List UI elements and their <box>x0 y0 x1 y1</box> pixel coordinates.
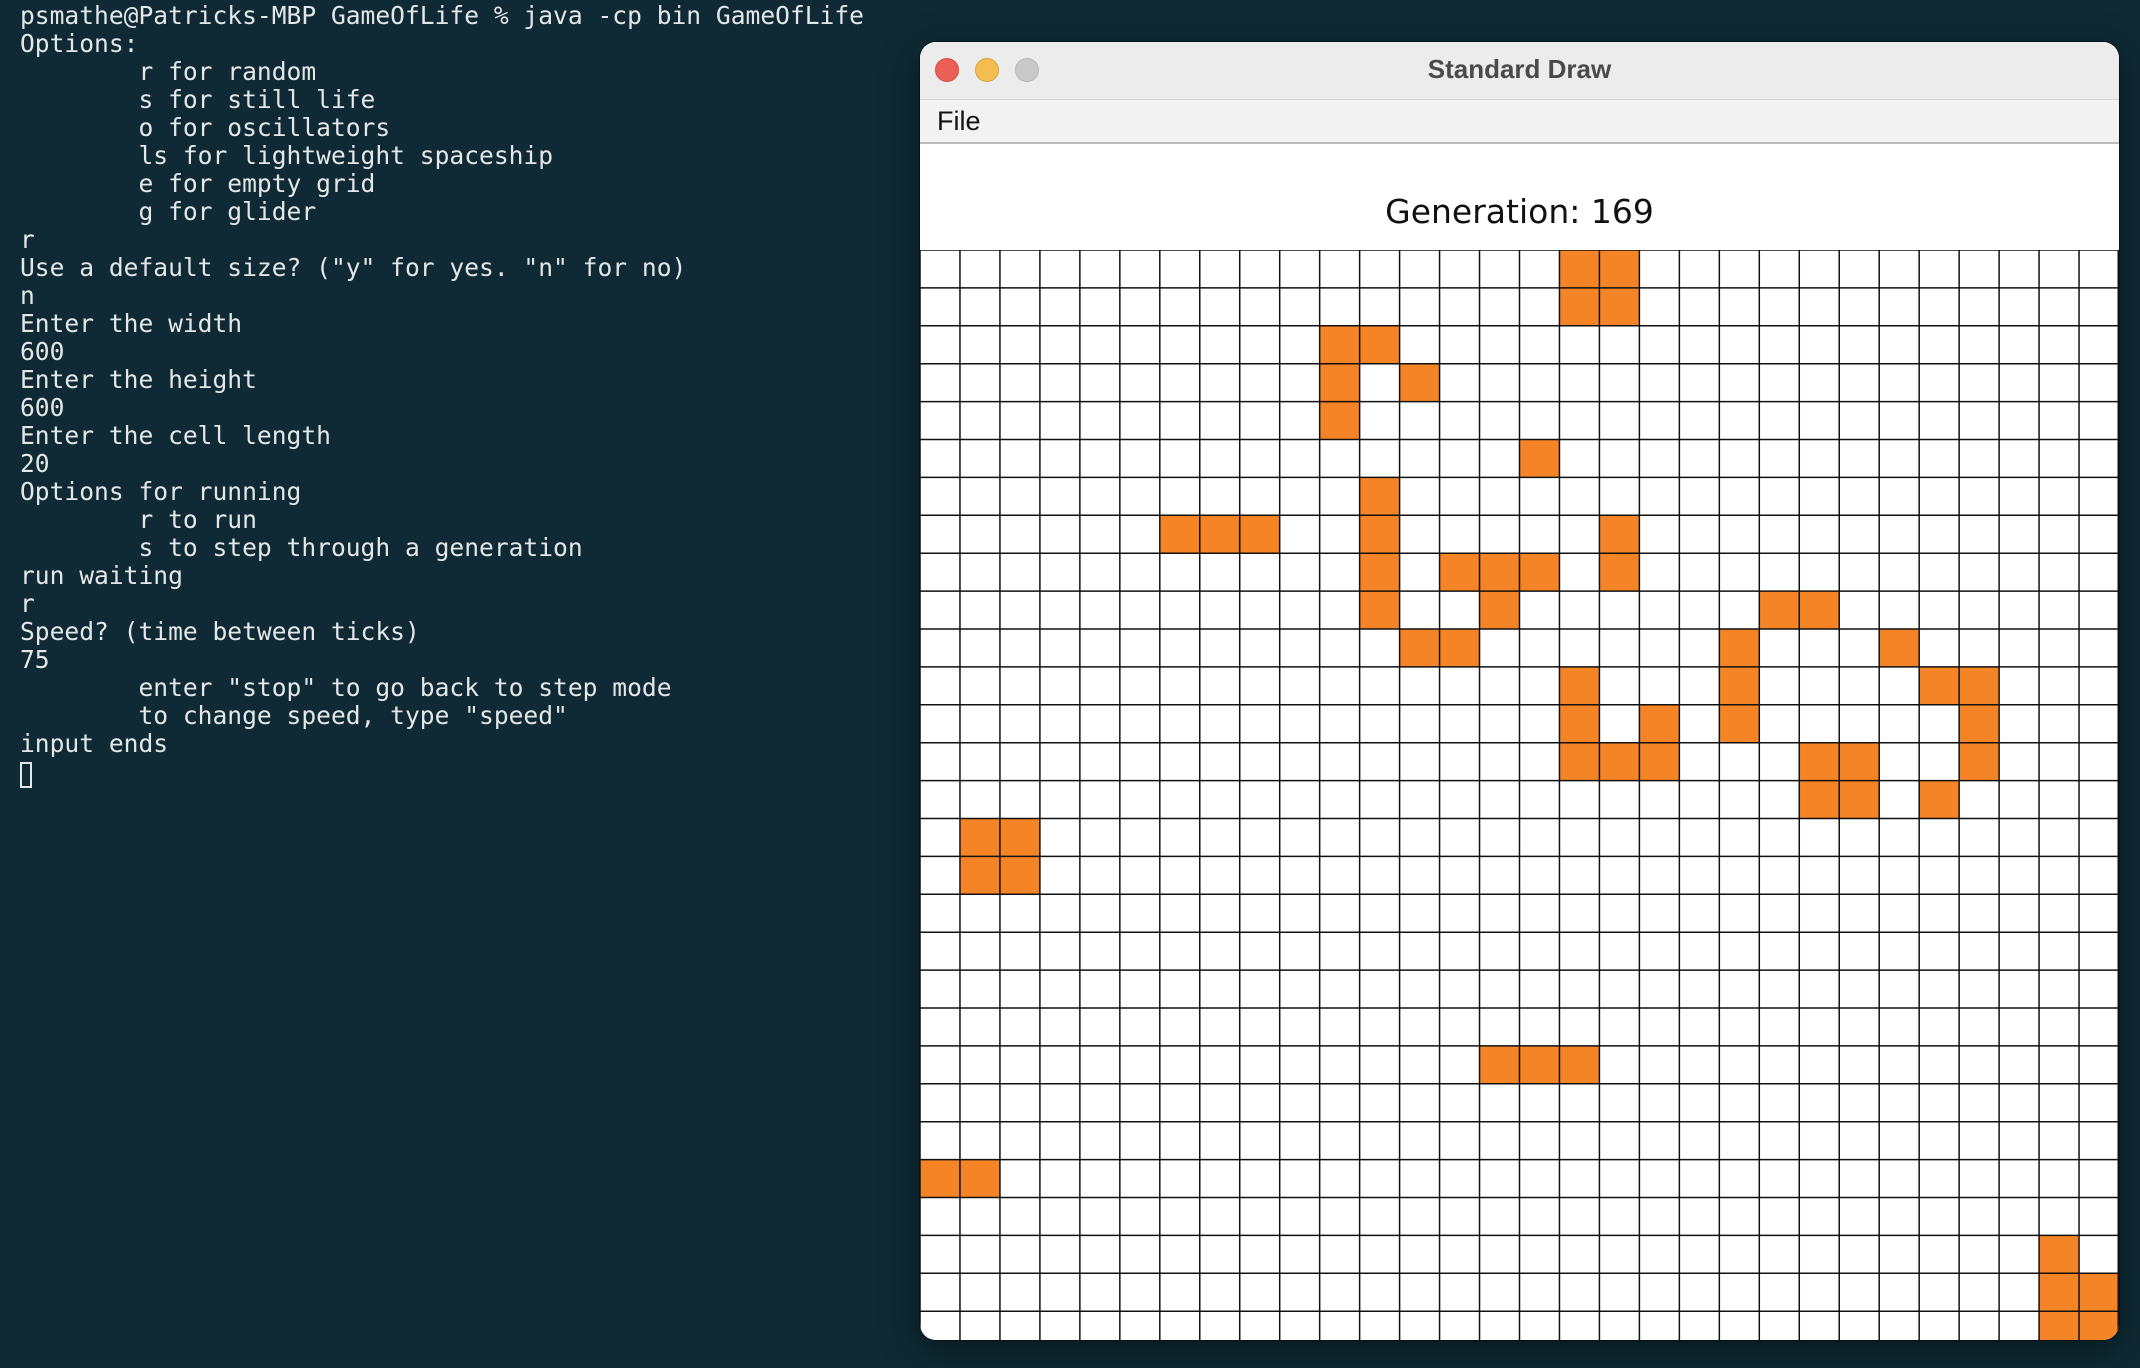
terminal-output: psmathe@Patricks-MBP GameOfLife % java -… <box>20 2 864 758</box>
live-cell <box>1599 287 1640 326</box>
live-cell <box>1519 553 1560 592</box>
live-cell <box>1399 629 1440 667</box>
terminal-line: g for glider <box>20 197 317 226</box>
live-cell <box>1559 287 1600 326</box>
live-cell <box>2079 1273 2119 1312</box>
live-cell <box>1599 250 1640 288</box>
live-cell <box>1359 325 1400 364</box>
live-cell <box>959 856 1000 895</box>
live-cell <box>1599 553 1640 592</box>
live-cell <box>1319 325 1360 364</box>
live-cell <box>2039 1311 2080 1340</box>
live-cell <box>2039 1235 2080 1274</box>
live-cell <box>1359 591 1400 629</box>
live-cell <box>1319 401 1360 440</box>
terminal-line: r for random <box>20 57 317 86</box>
live-cell <box>1799 742 1840 781</box>
live-cell <box>2039 1273 2080 1312</box>
terminal-line: to change speed, type "speed" <box>20 701 568 730</box>
live-cell <box>1959 704 2000 743</box>
terminal-line: input ends <box>20 729 169 758</box>
live-cell <box>920 1159 960 1198</box>
live-cell <box>1359 477 1400 516</box>
live-cell <box>1479 553 1520 592</box>
live-cell <box>1639 742 1680 781</box>
live-cell <box>1959 666 2000 705</box>
live-cell <box>1559 742 1600 781</box>
terminal-line: e for empty grid <box>20 169 376 198</box>
terminal-line: psmathe@Patricks-MBP GameOfLife % java -… <box>20 1 864 30</box>
live-cell <box>1559 1045 1600 1084</box>
live-cell <box>1919 780 1960 819</box>
terminal-line: Enter the width <box>20 309 243 338</box>
terminal-line: r to run <box>20 505 257 534</box>
live-cell <box>1559 666 1600 705</box>
terminal-cursor <box>20 762 32 788</box>
title-bar[interactable]: Standard Draw <box>920 42 2119 100</box>
live-cell <box>1319 363 1360 402</box>
terminal-line: run waiting <box>20 561 183 590</box>
terminal-line: 600 <box>20 337 65 366</box>
terminal-line: Enter the cell length <box>20 421 331 450</box>
draw-canvas[interactable]: Generation: 169 <box>920 144 2119 1340</box>
terminal-line: r <box>20 589 35 618</box>
terminal-line: Options: <box>20 29 139 58</box>
live-cell <box>1799 780 1840 819</box>
terminal-line: 75 <box>20 645 50 674</box>
live-cell <box>1599 515 1640 554</box>
terminal-line: Enter the height <box>20 365 257 394</box>
live-cell <box>999 856 1040 895</box>
live-cell <box>1839 780 1880 819</box>
terminal-line: Options for running <box>20 477 302 506</box>
live-cell <box>1519 439 1560 478</box>
terminal-line: s to step through a generation <box>20 533 583 562</box>
live-cell <box>1359 553 1400 592</box>
terminal-line: o for oscillators <box>20 113 391 142</box>
live-cell <box>1759 591 1800 629</box>
live-cell <box>1519 1045 1560 1084</box>
live-cell <box>1479 1045 1520 1084</box>
terminal-line: r <box>20 225 35 254</box>
live-cell <box>1439 553 1480 592</box>
live-cell <box>1959 742 2000 781</box>
live-cell <box>1799 591 1840 629</box>
terminal-line: n <box>20 281 35 310</box>
live-cell <box>1199 515 1240 554</box>
live-cell <box>1399 363 1440 402</box>
live-cell <box>1359 515 1400 554</box>
live-cell <box>2079 1311 2119 1340</box>
terminal-line: 20 <box>20 449 50 478</box>
live-cell <box>1479 591 1520 629</box>
terminal-line: s for still life <box>20 85 376 114</box>
live-cell <box>1559 250 1600 288</box>
live-cell <box>1559 704 1600 743</box>
terminal-line: Speed? (time between ticks) <box>20 617 420 646</box>
terminal-line: enter "stop" to go back to step mode <box>20 673 672 702</box>
terminal-line: Use a default size? ("y" for yes. "n" fo… <box>20 253 687 282</box>
live-cell <box>1719 666 1760 705</box>
window-title: Standard Draw <box>1427 54 1612 84</box>
live-cell <box>1599 742 1640 781</box>
live-cell <box>999 818 1040 857</box>
generation-label: Generation: 169 <box>1385 192 1654 231</box>
live-cell <box>1719 704 1760 743</box>
live-cell <box>1639 704 1680 743</box>
live-cell <box>1439 629 1480 667</box>
live-cell <box>959 818 1000 857</box>
standard-draw-window: Standard Draw File Generation: 169 <box>920 42 2119 1340</box>
live-cell <box>1239 515 1280 554</box>
menu-bar: File <box>920 100 2119 144</box>
terminal-line: ls for lightweight spaceship <box>20 141 554 170</box>
live-cell <box>1839 742 1880 781</box>
menu-file[interactable]: File <box>937 106 981 137</box>
live-cell <box>1919 666 1960 705</box>
live-cell <box>1879 629 1920 667</box>
terminal-line: 600 <box>20 393 65 422</box>
live-cell <box>1719 629 1760 667</box>
live-cell <box>959 1159 1000 1198</box>
life-grid[interactable] <box>920 250 2119 1340</box>
live-cell <box>1159 515 1200 554</box>
